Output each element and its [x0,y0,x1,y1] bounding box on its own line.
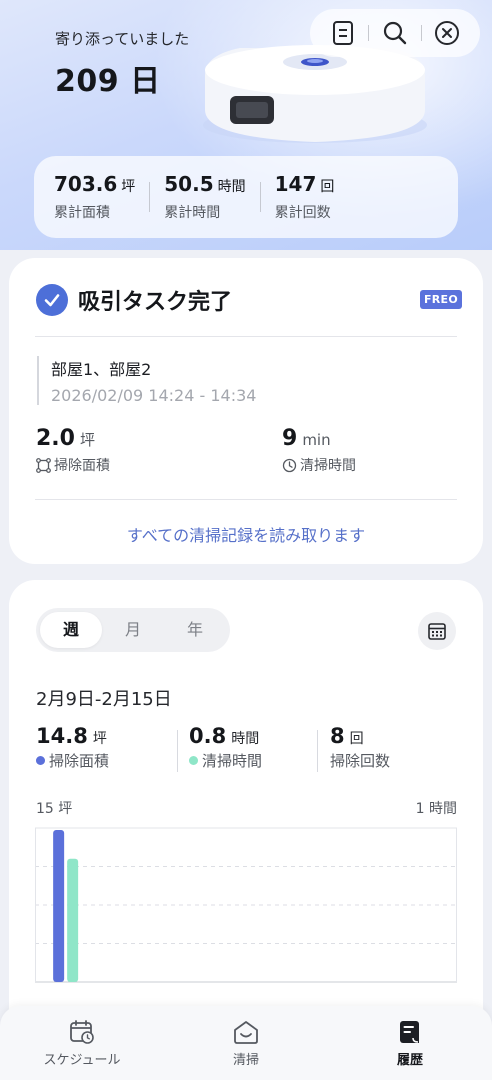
week-time-value: 0.8 [189,724,227,748]
close-button[interactable] [431,17,463,49]
calendar-icon [428,623,446,640]
divider [35,336,457,337]
divider [35,499,457,500]
right-axis-label: 1 時間 [415,801,457,817]
cumulative-area-label: 累計面積 [54,205,110,221]
history-doc-icon [400,1020,419,1043]
hero-header: 寄り添っていました 209 日 703.6 坪 累計面積 50.5 時間 累計時… [0,0,492,250]
period-segmented-control: 週 月 年 [36,608,230,652]
task-area-label: 掃除面積 [54,458,110,474]
task-duration-value: 9 [282,426,298,451]
search-icon [383,21,407,45]
cumulative-time-unit: 時間 [217,179,246,195]
cumulative-time-value: 50.5 [164,172,214,196]
hero-subtitle: 寄り添っていました [55,30,190,48]
bottom-navigation: スケジュール 清掃 履歴 [0,1006,492,1080]
check-circle-icon [36,284,68,316]
task-area: 2.0 坪 掃除面積 [36,426,110,475]
rooms-label: 部屋1、部屋2 [51,360,152,379]
left-axis-label: 15 坪 [36,801,73,817]
tab-week[interactable]: 週 [40,612,102,648]
area-frame-icon [36,457,51,473]
toolbar-divider [420,25,422,41]
task-area-unit: 坪 [79,431,95,449]
cumulative-count-unit: 回 [320,179,335,195]
week-count: 8回 掃除回数 [330,724,390,771]
week-count-unit: 回 [349,731,364,747]
cumulative-time: 50.5 時間 累計時間 [164,172,245,222]
week-area-unit: 坪 [92,731,107,747]
task-duration-label: 清掃時間 [300,458,356,474]
cumulative-count-label: 累計回数 [274,205,331,221]
nav-schedule[interactable]: スケジュール [22,1019,142,1068]
week-area-value: 14.8 [36,724,88,748]
nav-clean[interactable]: 清掃 [186,1019,306,1068]
document-button[interactable] [327,17,359,49]
cumulative-area: 703.6 坪 累計面積 [54,172,135,222]
rooms-block: 部屋1、部屋2 2026/02/09 14:24 - 14:34 [37,356,256,405]
calendar-clock-icon [70,1019,94,1044]
weekly-bar-chart [35,827,457,983]
stat-divider [259,182,261,212]
task-time-range: 2026/02/09 14:24 - 14:34 [51,386,257,405]
task-duration-unit: min [302,431,331,449]
home-icon [234,1020,258,1044]
week-time-unit: 時間 [231,731,260,747]
freo-badge: FREO [419,290,462,309]
week-area-label: 掃除面積 [49,752,110,770]
calendar-button[interactable] [418,612,456,650]
cumulative-time-label: 累計時間 [164,205,221,221]
cumulative-stats: 703.6 坪 累計面積 50.5 時間 累計時間 147 回 累計回数 [34,156,458,238]
nav-schedule-label: スケジュール [43,1052,121,1068]
stat-divider [177,730,178,772]
time-legend-dot [189,756,198,765]
weekly-stats-card: 週 月 年 2月9日-2月15日 14.8 坪 掃除面積 0.8 時間 清掃時間 8… [9,580,483,1080]
cumulative-count-value: 147 [274,172,317,196]
week-time-label: 清掃時間 [202,752,263,770]
week-time: 0.8 時間 清掃時間 [189,724,262,771]
week-area: 14.8 坪 掃除面積 [36,724,109,771]
cumulative-area-value: 703.6 [54,172,118,196]
toolbar-divider [368,25,370,41]
date-range: 2月9日-2月15日 [36,689,172,710]
nav-clean-label: 清掃 [232,1052,259,1068]
task-duration: 9 min 清掃時間 [282,426,356,475]
document-icon [332,21,353,45]
time-bar [67,858,79,982]
tab-year[interactable]: 年 [164,612,226,648]
nav-history-label: 履歴 [396,1052,423,1068]
cumulative-area-unit: 坪 [121,179,136,195]
nav-history[interactable]: 履歴 [350,1019,470,1068]
search-button[interactable] [379,17,411,49]
tab-month[interactable]: 月 [102,612,164,648]
area-legend-dot [36,756,45,765]
close-icon [435,21,460,45]
task-title: 吸引タスク完了 [78,290,233,315]
week-count-label: 掃除回数 [330,752,391,770]
read-all-records-link[interactable]: すべての清掃記録を読み取ります [9,522,483,546]
clock-icon [282,458,297,472]
task-area-value: 2.0 [36,426,75,451]
week-count-value: 8 [330,724,345,748]
task-header: 吸引タスク完了 [36,284,232,316]
stat-divider [317,730,318,772]
days-count: 209 日 [55,64,161,99]
top-toolbar [310,9,480,57]
stat-divider [149,182,151,212]
cumulative-count: 147 回 累計回数 [275,172,335,222]
area-bar [53,830,65,982]
latest-task-card[interactable]: 吸引タスク完了 FREO 部屋1、部屋2 2026/02/09 14:24 - … [9,258,483,564]
